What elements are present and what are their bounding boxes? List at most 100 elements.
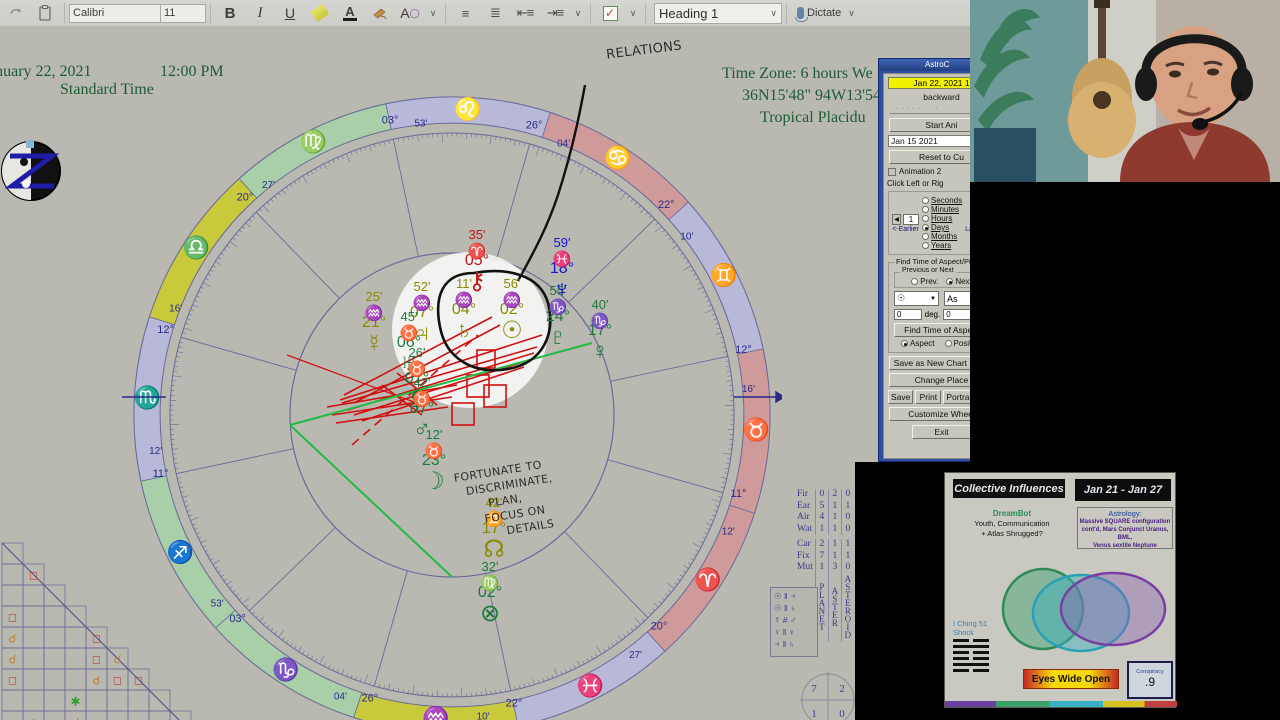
body-select[interactable]: ☉ ▼ xyxy=(894,291,939,306)
aspect-grid-cell[interactable] xyxy=(43,626,66,649)
radio-aspect[interactable]: Aspect xyxy=(901,339,935,348)
chevron-down-icon[interactable]: ∨ xyxy=(425,8,441,19)
planet-neptune[interactable]: ♆18°59'♓ xyxy=(550,235,574,303)
underline-button[interactable]: U xyxy=(275,1,305,26)
aspect-grid-cell[interactable] xyxy=(127,710,150,720)
clipboard-icon[interactable] xyxy=(30,1,60,26)
checkbox-chevron-icon[interactable]: ∨ xyxy=(625,8,641,19)
italic-button[interactable]: I xyxy=(245,1,275,26)
document-canvas[interactable]: anuary 22, 2021 12:00 PM Standard Time T… xyxy=(0,27,970,720)
collective-title: Collective Influences xyxy=(953,479,1065,498)
divider xyxy=(645,3,646,23)
dictate-label: Dictate xyxy=(807,7,842,19)
aspect-grid-cell[interactable] xyxy=(22,584,45,607)
bullet-list-icon[interactable]: ≡ xyxy=(450,1,480,26)
aspect-grid-cell[interactable] xyxy=(1,710,24,720)
numbered-list-icon[interactable]: ≣ xyxy=(480,1,510,26)
radio-previous[interactable]: Prev. xyxy=(911,277,938,286)
aspect-grid-cell[interactable] xyxy=(22,668,45,691)
aspect-grid-cell[interactable] xyxy=(64,647,87,670)
aspect-grid-cell[interactable] xyxy=(43,689,66,712)
aspect-grid-cell[interactable] xyxy=(22,689,45,712)
format-painter-icon[interactable] xyxy=(365,1,395,26)
bold-button[interactable]: B xyxy=(215,1,245,26)
aspect-grid-cell[interactable] xyxy=(64,668,87,691)
zodiac-sign-glyph: ♈ xyxy=(694,567,721,592)
planet-partoffortune[interactable]: ⊗02°32'♍ xyxy=(478,559,502,627)
check-icon: ✓ xyxy=(602,5,618,21)
radio-unit-seconds[interactable]: Seconds xyxy=(922,196,962,205)
highlighter-icon[interactable] xyxy=(305,1,335,26)
element-row: Fix 7 1 1 xyxy=(795,550,854,562)
checkbox-icon xyxy=(888,167,896,176)
radio-unit-days[interactable]: Days xyxy=(922,223,962,232)
aspect-grid-cell[interactable] xyxy=(22,626,45,649)
element-row: Air 4 1 0 xyxy=(795,512,854,524)
aspect-grid-cell[interactable] xyxy=(1,584,24,607)
element-cell: Ear xyxy=(797,500,811,511)
planet-moon[interactable]: ☽23°12'♉ xyxy=(422,427,446,495)
element-cell: 1 xyxy=(840,550,854,562)
exit-button[interactable]: Exit xyxy=(912,425,971,439)
aspect-grid-cell[interactable] xyxy=(169,710,192,720)
radio-unit-minutes[interactable]: Minutes xyxy=(922,205,962,214)
aspect-grid-cell[interactable] xyxy=(43,710,66,720)
radio-unit-label: Days xyxy=(931,223,950,232)
step-down-button[interactable]: ◀ xyxy=(892,213,901,225)
planet-chiron[interactable]: ⚷05°35'♈ xyxy=(465,227,489,295)
aspect-grid-cell[interactable] xyxy=(106,710,129,720)
aspect-grid[interactable]: □□☌☌□□□☌☌□□✱△☌△⚻□△☌☌☌△☌ xyxy=(0,525,228,720)
dreambot-block: DreamBot Youth, Communication + Atlas Sh… xyxy=(953,509,1071,539)
radio-unit-years[interactable]: Years xyxy=(922,241,962,250)
list-chevron-icon[interactable]: ∨ xyxy=(570,8,586,19)
clear-formatting-icon[interactable]: A ◯ xyxy=(395,1,425,26)
aspect-grid-cell[interactable] xyxy=(127,689,150,712)
element-cell: Wat xyxy=(797,523,813,534)
radio-unit-hours[interactable]: Hours xyxy=(922,214,962,223)
font-size-input[interactable]: 11 xyxy=(160,3,206,23)
planet-venus[interactable]: ♀17°40'♑ xyxy=(588,297,612,365)
aspect-grid-cell[interactable] xyxy=(106,689,129,712)
aspect-grid-cell[interactable] xyxy=(43,647,66,670)
checkbox-list-button[interactable]: ✓ xyxy=(595,1,625,26)
element-cell: 7 xyxy=(814,550,829,562)
aspect-symbol: □ xyxy=(93,653,100,667)
eyes-wide-open-button[interactable]: Eyes Wide Open xyxy=(1023,669,1119,689)
radio-unit-months[interactable]: Months xyxy=(922,232,962,241)
paragraph-style-dropdown[interactable]: Heading 1 ∨ xyxy=(654,2,782,24)
aspect-grid-cell[interactable] xyxy=(43,668,66,691)
element-cell: 1 xyxy=(827,512,842,524)
aspect-grid-cell[interactable] xyxy=(85,689,108,712)
chart-timezone: Time Zone: 6 hours We xyxy=(722,65,873,82)
house-cusp-minute: 10' xyxy=(477,711,490,720)
font-color-button[interactable]: A xyxy=(335,1,365,26)
aspect-grid-cell[interactable] xyxy=(22,647,45,670)
quadrant-bottom-right: 0 xyxy=(839,708,845,720)
planet-mercury[interactable]: ☿21°25'♒ xyxy=(362,289,386,357)
collective-influences-panel[interactable]: Collective Influences Jan 21 - Jan 27 Dr… xyxy=(944,472,1177,708)
degrees-input[interactable]: 0 xyxy=(894,309,922,320)
aspect-grid-cell[interactable] xyxy=(148,710,171,720)
aspect-grid-cell[interactable] xyxy=(22,605,45,628)
decrease-indent-icon[interactable]: ⇤≡ xyxy=(510,1,540,26)
font-name-input[interactable]: Calibri xyxy=(69,3,161,23)
planet-glyph: ☽ xyxy=(423,468,445,495)
save-button[interactable]: Save xyxy=(888,390,914,404)
element-cell: 5 xyxy=(814,500,829,512)
planet-sun[interactable]: ☉02°56'♒ xyxy=(500,276,524,344)
aspect-grid-cell[interactable] xyxy=(43,605,66,628)
print-button[interactable]: Print xyxy=(915,390,942,404)
increase-indent-icon[interactable]: ⇥≡ xyxy=(540,1,570,26)
minutes-input[interactable]: 0 xyxy=(943,309,971,320)
element-cell: 1 xyxy=(840,500,854,512)
dictate-button[interactable]: Dictate ∨ xyxy=(795,7,855,22)
radio-next[interactable]: Next xyxy=(946,277,972,286)
house-cusp-minute: 16' xyxy=(742,384,755,395)
aspect-grid-cell[interactable] xyxy=(64,626,87,649)
aspect-grid-cell[interactable] xyxy=(1,689,24,712)
earlier-button[interactable]: <-Earlier xyxy=(892,226,919,233)
aspect-grid-cell[interactable] xyxy=(1,563,24,586)
redo-icon[interactable] xyxy=(0,1,30,26)
step-value[interactable]: 1 xyxy=(903,213,919,225)
aspect-grid-cell[interactable] xyxy=(85,710,108,720)
